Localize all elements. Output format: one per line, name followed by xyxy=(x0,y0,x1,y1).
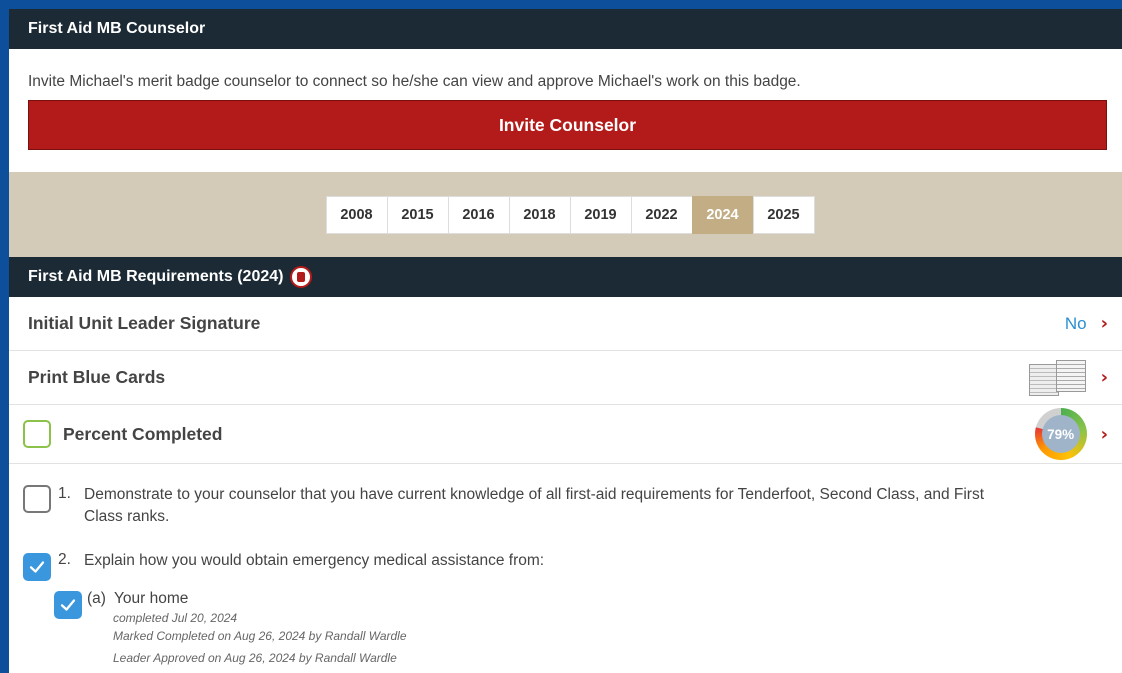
requirement-2a-text: Your home xyxy=(114,590,189,607)
leader-signature-row[interactable]: Initial Unit Leader Signature No › xyxy=(9,297,1122,351)
counselor-title: First Aid MB Counselor xyxy=(28,20,206,37)
year-tab-2018[interactable]: 2018 xyxy=(508,195,571,234)
requirement-2a-completed: completed Jul 20, 2024 xyxy=(113,611,238,625)
invite-description: Invite Michael's merit badge counselor t… xyxy=(28,73,801,90)
requirement-1-text: Demonstrate to your counselor that you h… xyxy=(84,484,984,528)
merit-badge-panel: First Aid MB Counselor Invite Michael's … xyxy=(9,9,1122,673)
percent-completed-row[interactable]: Percent Completed 79% › xyxy=(9,405,1122,464)
percent-value: 79% xyxy=(1041,415,1080,453)
counselor-header: First Aid MB Counselor xyxy=(9,9,1122,49)
blue-cards-label: Print Blue Cards xyxy=(28,367,166,387)
chevron-right-icon: › xyxy=(1100,423,1108,445)
requirement-2a-letter: (a) xyxy=(87,590,106,607)
checkmark-icon xyxy=(60,599,76,611)
year-tab-2016[interactable]: 2016 xyxy=(447,195,510,234)
requirements-title: First Aid MB Requirements (2024) xyxy=(28,268,284,285)
year-selector-band: 2008 2015 2016 2018 2019 2022 2024 2025 xyxy=(9,172,1122,257)
checkmark-icon xyxy=(29,561,45,573)
percent-completed-label: Percent Completed xyxy=(63,423,223,444)
year-tabs: 2008 2015 2016 2018 2019 2022 2024 2025 xyxy=(325,195,815,234)
requirement-1-text-line1: Demonstrate to your counselor that you h… xyxy=(84,486,985,503)
requirement-2a-approved: Leader Approved on Aug 26, 2024 by Randa… xyxy=(113,651,397,665)
percent-checkbox-icon xyxy=(23,420,51,448)
requirement-2a-marked: Marked Completed on Aug 26, 2024 by Rand… xyxy=(113,629,407,643)
year-tab-2008[interactable]: 2008 xyxy=(325,195,388,234)
requirement-1-number: 1. xyxy=(58,485,71,502)
requirement-1-checkbox[interactable] xyxy=(23,485,51,513)
percent-gauge-icon: 79% xyxy=(1034,408,1087,460)
chevron-right-icon: › xyxy=(1100,313,1108,334)
requirements-header: First Aid MB Requirements (2024) xyxy=(9,257,1122,297)
leader-signature-value: No xyxy=(1064,313,1087,333)
year-tab-2024[interactable]: 2024 xyxy=(691,195,754,234)
bsa-seal-icon xyxy=(290,266,313,288)
leader-signature-label: Initial Unit Leader Signature xyxy=(28,313,261,333)
year-tab-2015[interactable]: 2015 xyxy=(386,195,449,234)
blue-cards-icon xyxy=(1028,359,1087,396)
year-tab-2022[interactable]: 2022 xyxy=(630,195,693,234)
requirement-1-text-line2: Class ranks. xyxy=(84,508,170,525)
invite-counselor-button[interactable]: Invite Counselor xyxy=(28,100,1107,150)
year-tab-2019[interactable]: 2019 xyxy=(569,195,632,234)
requirement-2-number: 2. xyxy=(58,551,71,568)
requirement-2-text: Explain how you would obtain emergency m… xyxy=(84,552,545,569)
year-tab-2025[interactable]: 2025 xyxy=(752,195,815,234)
chevron-right-icon: › xyxy=(1100,367,1108,388)
requirement-2-checkbox[interactable] xyxy=(23,553,51,581)
blue-cards-row[interactable]: Print Blue Cards › xyxy=(9,351,1122,405)
requirement-2a-checkbox[interactable] xyxy=(54,591,82,619)
